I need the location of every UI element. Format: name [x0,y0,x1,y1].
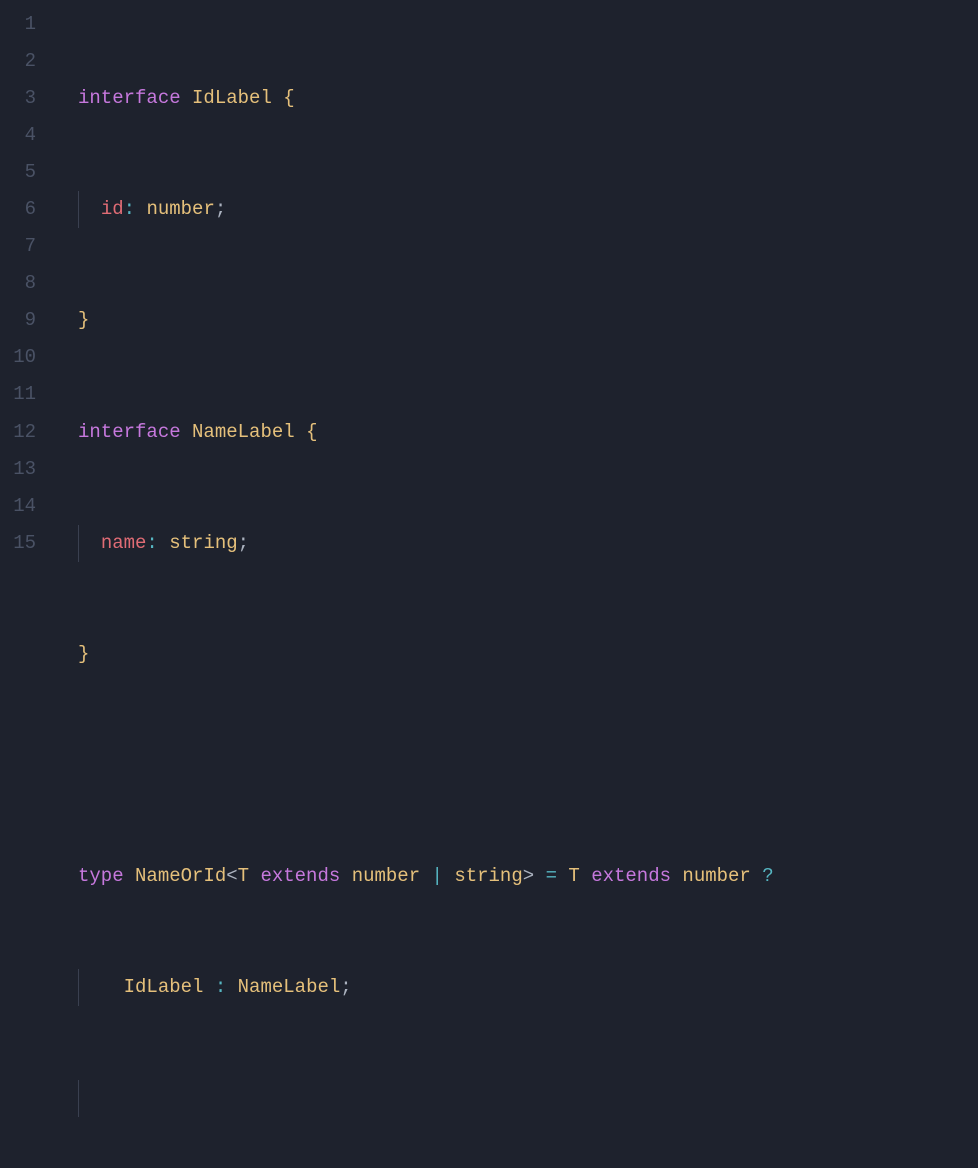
angle-bracket: > [523,865,534,887]
colon: : [146,532,157,554]
line-number: 13 [0,451,36,488]
indent [78,532,101,554]
space [272,87,283,109]
keyword: interface [78,421,181,443]
line-number: 5 [0,154,36,191]
space [124,865,135,887]
line-number: 3 [0,80,36,117]
indent-guide [78,1080,79,1117]
semicolon: ; [340,976,351,998]
builtin-type: string [169,532,237,554]
indent-guide [78,191,79,228]
space [751,865,762,887]
indent-guide [78,969,79,1006]
builtin-type: number [146,198,214,220]
code-area[interactable]: interface IdLabel { id: number; } interf… [54,6,978,1168]
keyword: extends [591,865,671,887]
brace: } [78,643,89,665]
code-line: type NameOrId<T extends number | string>… [78,858,978,895]
space [557,865,568,887]
colon: : [215,976,226,998]
code-line: interface IdLabel { [78,80,978,117]
code-line [78,1080,978,1117]
line-number: 1 [0,6,36,43]
keyword: extends [260,865,340,887]
keyword: interface [78,87,181,109]
space [534,865,545,887]
indent-guide [78,525,79,562]
line-number: 8 [0,265,36,302]
type-name: NameLabel [192,421,295,443]
property: id [101,198,124,220]
line-number: 7 [0,228,36,265]
angle-bracket: < [226,865,237,887]
equals: = [546,865,557,887]
line-number: 4 [0,117,36,154]
space [249,865,260,887]
builtin-type: string [454,865,522,887]
colon: : [124,198,135,220]
line-number: 9 [0,302,36,339]
type-name: IdLabel [124,976,204,998]
line-number: 6 [0,191,36,228]
line-number: 14 [0,488,36,525]
line-number: 2 [0,43,36,80]
indent [78,198,101,220]
space [420,865,431,887]
code-line: } [78,302,978,339]
code-editor: 1 2 3 4 5 6 7 8 9 10 11 12 13 14 15 inte… [0,6,978,1168]
pipe: | [432,865,443,887]
question-mark: ? [762,865,773,887]
line-number: 15 [0,525,36,562]
code-line: interface NameLabel { [78,414,978,451]
space [443,865,454,887]
code-line: name: string; [78,525,978,562]
space [295,421,306,443]
code-line: } [78,636,978,673]
semicolon: ; [215,198,226,220]
brace: } [78,309,89,331]
line-number: 12 [0,414,36,451]
space [203,976,214,998]
keyword: type [78,865,124,887]
brace: { [306,421,317,443]
space [158,532,169,554]
type-name: NameLabel [238,976,341,998]
type-param: T [568,865,579,887]
semicolon: ; [238,532,249,554]
line-number: 11 [0,376,36,413]
type-name: NameOrId [135,865,226,887]
indent [78,976,124,998]
space [340,865,351,887]
line-number-gutter: 1 2 3 4 5 6 7 8 9 10 11 12 13 14 15 [0,6,54,1168]
code-line: IdLabel : NameLabel; [78,969,978,1006]
space [181,87,192,109]
space [580,865,591,887]
type-param: T [238,865,249,887]
type-name: IdLabel [192,87,272,109]
line-number: 10 [0,339,36,376]
builtin-type: number [352,865,420,887]
space [226,976,237,998]
space [671,865,682,887]
code-line: id: number; [78,191,978,228]
code-line [78,747,978,784]
space [135,198,146,220]
space [181,421,192,443]
brace: { [283,87,294,109]
builtin-type: number [682,865,750,887]
property: name [101,532,147,554]
